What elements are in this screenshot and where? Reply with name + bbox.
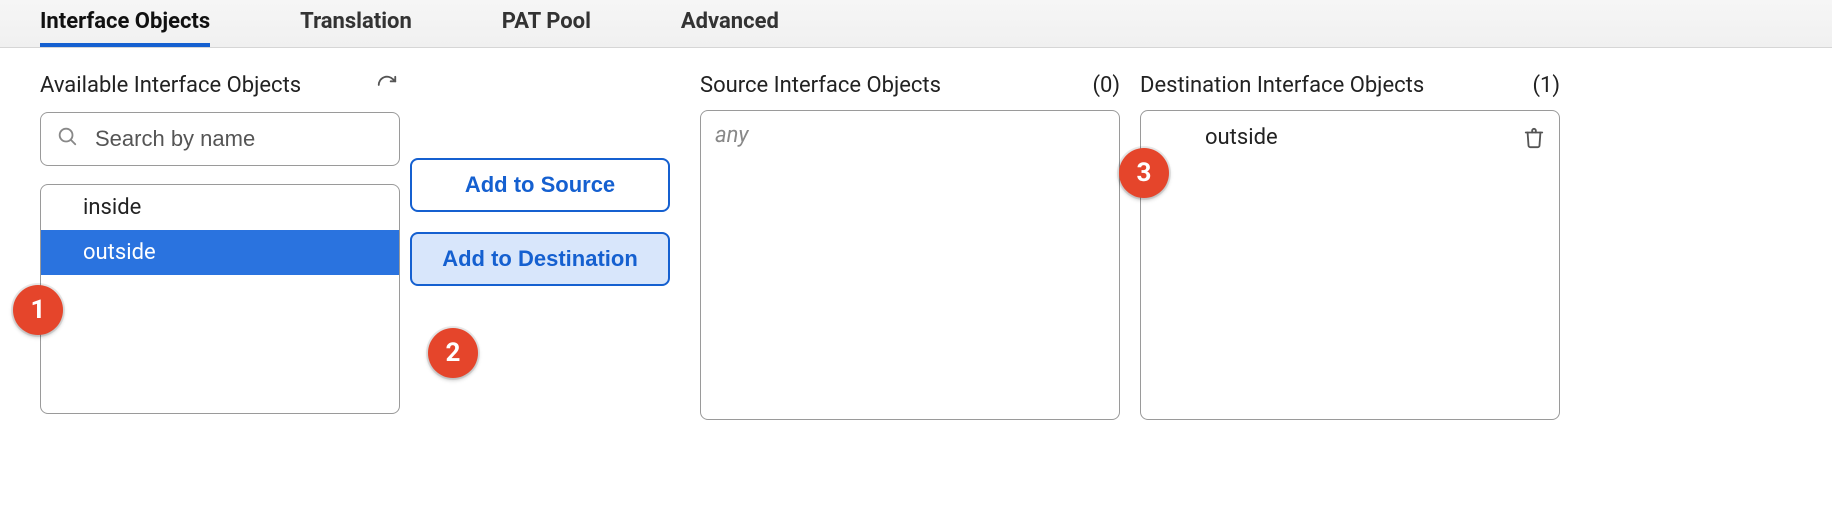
tab-interface-objects[interactable]: Interface Objects <box>40 3 210 47</box>
refresh-icon[interactable] <box>374 72 400 98</box>
source-count: (0) <box>1092 73 1120 98</box>
tab-advanced[interactable]: Advanced <box>681 3 779 47</box>
available-title: Available Interface Objects <box>40 73 301 98</box>
list-item[interactable]: inside <box>41 185 399 230</box>
destination-item-label: outside <box>1205 125 1278 150</box>
destination-count: (1) <box>1532 73 1560 98</box>
add-to-source-button[interactable]: Add to Source <box>410 158 670 212</box>
source-drop-box[interactable]: any <box>700 110 1120 420</box>
source-title: Source Interface Objects <box>700 73 941 98</box>
annotation-callout-2: 2 <box>428 328 478 378</box>
source-placeholder: any <box>715 123 749 148</box>
annotation-callout-3: 3 <box>1119 148 1169 198</box>
trash-icon[interactable] <box>1523 127 1545 149</box>
tab-bar: Interface Objects Translation PAT Pool A… <box>0 0 1832 48</box>
destination-item: outside <box>1155 123 1545 158</box>
destination-title: Destination Interface Objects <box>1140 73 1424 98</box>
list-item[interactable]: outside <box>41 230 399 275</box>
tab-translation[interactable]: Translation <box>300 3 412 47</box>
search-icon <box>56 125 78 153</box>
search-input[interactable] <box>40 112 400 166</box>
available-list: inside outside <box>40 184 400 414</box>
annotation-callout-1: 1 <box>13 285 63 335</box>
tab-pat-pool[interactable]: PAT Pool <box>502 3 591 47</box>
destination-drop-box[interactable]: outside <box>1140 110 1560 420</box>
add-to-destination-button[interactable]: Add to Destination <box>410 232 670 286</box>
